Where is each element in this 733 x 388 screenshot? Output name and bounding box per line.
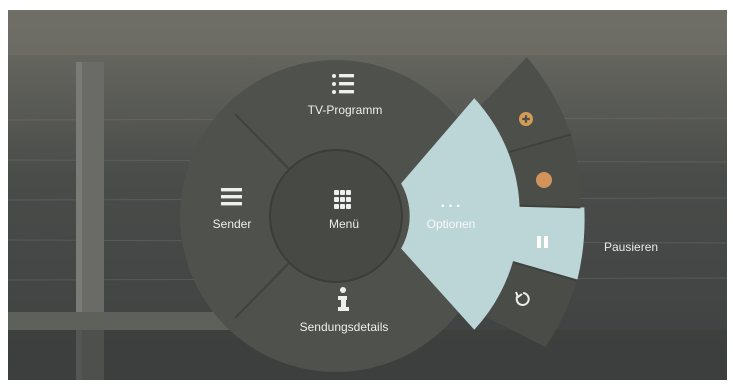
- add-circle-icon[interactable]: [519, 112, 533, 126]
- hamburger-icon: [221, 188, 242, 206]
- list-icon: [332, 74, 354, 94]
- radial-menu-scene: TV-Programm Sender Menü Sendungsdetails …: [7, 10, 728, 380]
- record-icon[interactable]: [536, 172, 552, 188]
- sender-label: Sender: [213, 217, 252, 231]
- tv-programm-label: TV-Programm: [308, 103, 383, 117]
- pausieren-label: Pausieren: [604, 240, 659, 254]
- grid-icon: [334, 190, 351, 209]
- sendungsdetails-label: Sendungsdetails: [300, 320, 389, 334]
- menu-center-button[interactable]: [269, 149, 403, 283]
- optionen-label: Optionen: [427, 217, 476, 231]
- more-dots-icon: • • •: [441, 201, 460, 211]
- tv-screen: TV-Programm Sender Menü Sendungsdetails …: [0, 0, 733, 383]
- background-horizon: [8, 10, 727, 55]
- menu-label: Menü: [329, 217, 359, 231]
